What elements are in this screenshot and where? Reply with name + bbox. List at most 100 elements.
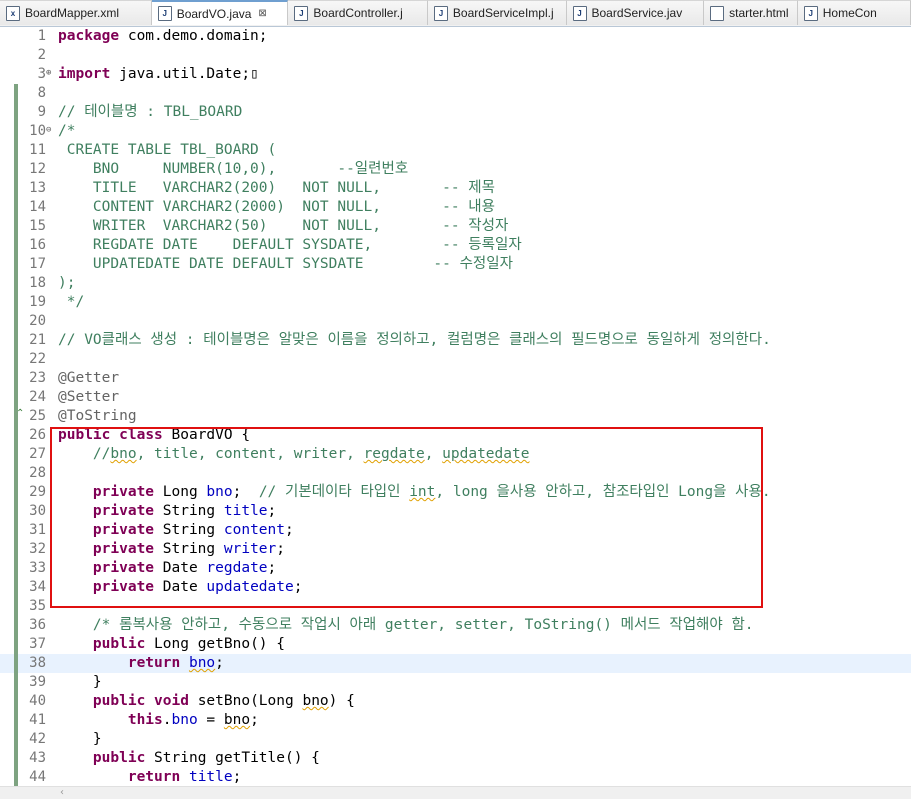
change-marker [14, 217, 18, 236]
change-marker [14, 141, 18, 160]
change-marker [14, 597, 18, 616]
line-number: 25 [29, 408, 46, 424]
line-number: 31 [29, 522, 46, 538]
tab-homecon[interactable]: J HomeCon [797, 0, 911, 25]
code-line[interactable]: 24 @Setter [0, 388, 911, 407]
line-number: 9 [37, 104, 46, 120]
code-line[interactable]: 22 [0, 350, 911, 369]
code-text: CONTENT VARCHAR2(2000) NOT NULL, -- 내용 [58, 199, 495, 215]
highlight-annotation-box [50, 427, 763, 608]
tab-starter-html[interactable]: starter.html [704, 0, 798, 25]
line-number: 26 [29, 427, 46, 443]
code-line[interactable]: 9 // 테이블명 : TBL_BOARD [0, 103, 911, 122]
line-number: 1 [37, 28, 46, 44]
code-line[interactable]: 42 } [0, 730, 911, 749]
line-number: 21 [29, 332, 46, 348]
line-number: 30 [29, 503, 46, 519]
code-text: public void setBno(Long bno) { [92, 693, 355, 709]
expand-fold-icon[interactable]: ⊕ [46, 68, 51, 78]
tab-boardmapper-xml[interactable]: x BoardMapper.xml [0, 0, 152, 25]
line-number: 20 [29, 313, 46, 329]
close-tab-icon[interactable]: ⊠ [258, 8, 266, 19]
code-line[interactable]: 18); [0, 274, 911, 293]
tab-label: starter.html [729, 6, 789, 20]
code-line[interactable]: 12 BNO NUMBER(10,0), --일련번호 [0, 160, 911, 179]
change-marker [14, 331, 18, 350]
change-marker [14, 388, 18, 407]
change-marker [14, 160, 18, 179]
code-line[interactable]: 44 return title; [0, 768, 911, 787]
code-line[interactable]: 16 REGDATE DATE DEFAULT SYSDATE, -- 등록일자 [0, 236, 911, 255]
code-line[interactable]: 8 [0, 84, 911, 103]
line-number: 19 [29, 294, 46, 310]
line-number: 32 [29, 541, 46, 557]
code-line[interactable]: 10 ⊖ /* [0, 122, 911, 141]
line-number: 44 [29, 769, 46, 785]
code-text: return bno; [127, 655, 224, 671]
code-line[interactable]: 38 return bno; [0, 654, 911, 673]
code-text: // 테이블명 : TBL_BOARD [58, 104, 243, 120]
tab-boardvo-java[interactable]: J BoardVO.java ⊠ [151, 0, 289, 25]
code-line[interactable]: 41 this.bno = bno; [0, 711, 911, 730]
java-file-icon: J [157, 6, 172, 21]
code-line[interactable]: 43 public String getTitle() { [0, 749, 911, 768]
change-marker [14, 654, 18, 673]
code-line[interactable]: 14 CONTENT VARCHAR2(2000) NOT NULL, -- 내… [0, 198, 911, 217]
line-number: 18 [29, 275, 46, 291]
change-marker [14, 312, 18, 331]
code-line[interactable]: 37 public Long getBno() { [0, 635, 911, 654]
code-editor[interactable]: 1 package com.demo.domain; 2 3 ⊕ import java.… [0, 27, 911, 787]
code-line[interactable]: 36 /* 롬복사용 안하고, 수동으로 작업시 아래 getter, sett… [0, 616, 911, 635]
code-text: CREATE TABLE TBL_BOARD ( [58, 142, 277, 158]
code-text: @ToString [58, 408, 137, 424]
code-line[interactable]: 25 @ToString [0, 407, 911, 426]
line-number: 39 [29, 674, 46, 690]
line-number: 27 [29, 446, 46, 462]
code-line[interactable]: 15 WRITER VARCHAR2(50) NOT NULL, -- 작성자 [0, 217, 911, 236]
scroll-left-arrow-icon[interactable]: ‹ [60, 787, 64, 798]
change-marker [14, 350, 18, 369]
change-marker [14, 692, 18, 711]
change-marker [14, 502, 18, 521]
code-line[interactable]: 3 ⊕ import java.util.Date;▯ [0, 65, 911, 84]
tab-label: BoardService.jav [591, 6, 683, 20]
code-line[interactable]: 2 [0, 46, 911, 65]
line-number: 17 [29, 256, 46, 272]
code-line[interactable]: 17 UPDATEDATE DATE DEFAULT SYSDATE -- 수정… [0, 255, 911, 274]
tab-label: BoardVO.java [176, 6, 252, 21]
code-line[interactable]: 19 */ [0, 293, 911, 312]
tab-boardservice-jav[interactable]: J BoardService.jav [566, 0, 705, 25]
code-line[interactable]: 11 CREATE TABLE TBL_BOARD ( [0, 141, 911, 160]
change-marker [14, 445, 18, 464]
tab-label: BoardController.j [313, 6, 403, 20]
horizontal-scrollbar[interactable]: ‹ [0, 786, 911, 799]
code-text: return title; [127, 769, 242, 785]
code-text: BNO NUMBER(10,0), --일련번호 [58, 161, 409, 177]
line-number: 34 [29, 579, 46, 595]
code-text: } [58, 731, 102, 747]
collapse-marker-icon[interactable]: ⌃ [16, 408, 24, 419]
code-text: this.bno = bno; [127, 712, 259, 728]
code-line[interactable]: 20 [0, 312, 911, 331]
code-line[interactable]: 39 } [0, 673, 911, 692]
line-number: 40 [29, 693, 46, 709]
code-line[interactable]: 40 public void setBno(Long bno) { [0, 692, 911, 711]
code-text: package com.demo.domain; [58, 28, 268, 44]
code-text: REGDATE DATE DEFAULT SYSDATE, -- 등록일자 [58, 237, 522, 253]
code-line[interactable]: 13 TITLE VARCHAR2(200) NOT NULL, -- 제목 [0, 179, 911, 198]
change-marker [14, 616, 18, 635]
code-text: */ [58, 294, 85, 310]
code-line[interactable]: 1 package com.demo.domain; [0, 27, 911, 46]
collapse-fold-icon[interactable]: ⊖ [46, 125, 51, 135]
code-line[interactable]: 21 // VO클래스 생성 : 테이블명은 알맞은 이름을 정의하고, 컬럼명은… [0, 331, 911, 350]
tab-boardcontroller-j[interactable]: J BoardController.j [288, 0, 428, 25]
line-number: 8 [37, 85, 46, 101]
code-text: public Long getBno() { [92, 636, 285, 652]
tab-boardserviceimpl-j[interactable]: J BoardServiceImpl.j [427, 0, 567, 25]
code-line[interactable]: 23 @Getter [0, 369, 911, 388]
change-marker [14, 559, 18, 578]
line-number: 15 [29, 218, 46, 234]
code-text: TITLE VARCHAR2(200) NOT NULL, -- 제목 [58, 180, 495, 196]
line-number: 12 [29, 161, 46, 177]
line-number: 24 [29, 389, 46, 405]
